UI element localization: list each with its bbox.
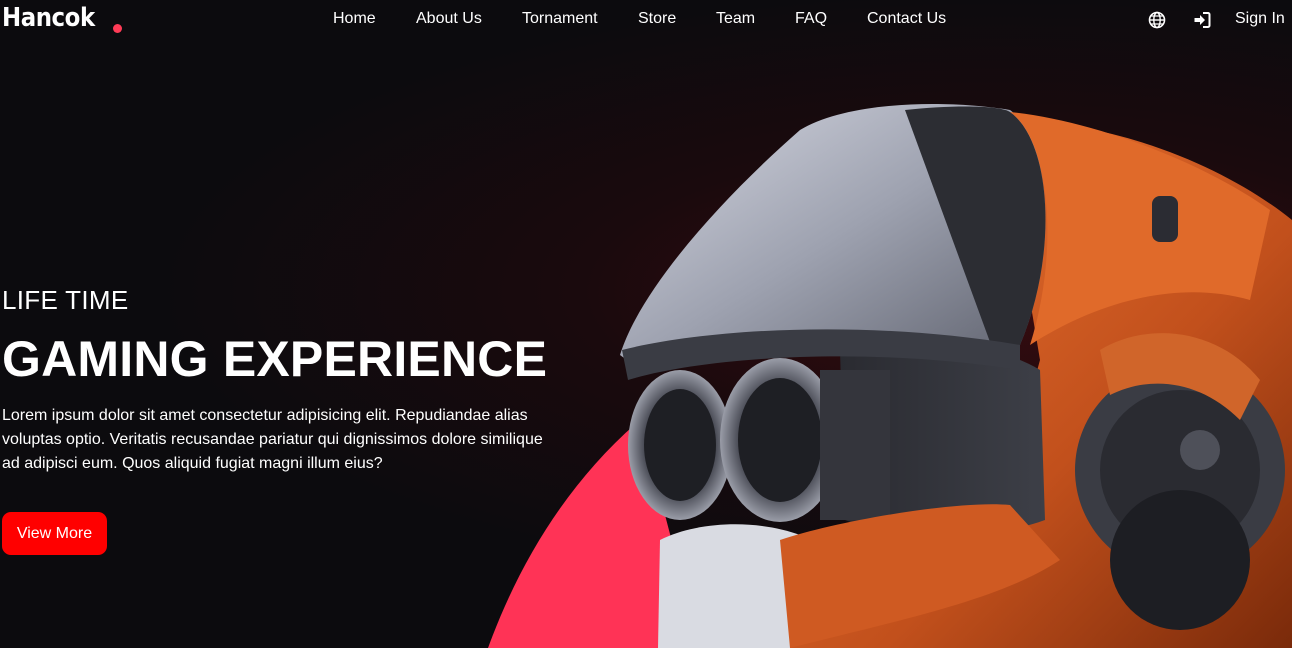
hero-title: GAMING EXPERIENCE xyxy=(2,331,548,387)
hero-description: Lorem ipsum dolor sit amet consectetur a… xyxy=(2,407,543,472)
nav-item-store[interactable]: Store xyxy=(638,10,676,28)
nav-item-team[interactable]: Team xyxy=(716,10,755,28)
hero-image xyxy=(488,104,1292,648)
nav-item-faq[interactable]: FAQ xyxy=(795,10,827,28)
site-header: Hancok Home About Us Tornament Store Tea… xyxy=(0,0,1292,40)
nav-item-about-us[interactable]: About Us xyxy=(416,10,482,28)
nav-item-home[interactable]: Home xyxy=(333,10,376,28)
sign-in-link[interactable]: Sign In xyxy=(1235,10,1285,28)
nav-item-tournament[interactable]: Tornament xyxy=(522,10,598,28)
mask-shape xyxy=(658,524,800,648)
view-more-button[interactable]: View More xyxy=(2,512,107,555)
hero-eyebrow: LIFE TIME xyxy=(2,285,129,315)
nav-item-contact-us[interactable]: Contact Us xyxy=(867,10,946,28)
globe-icon[interactable] xyxy=(1148,11,1166,29)
main-nav: Home About Us Tornament Store Team FAQ C… xyxy=(0,10,1292,30)
sign-in-icon[interactable] xyxy=(1193,11,1211,29)
